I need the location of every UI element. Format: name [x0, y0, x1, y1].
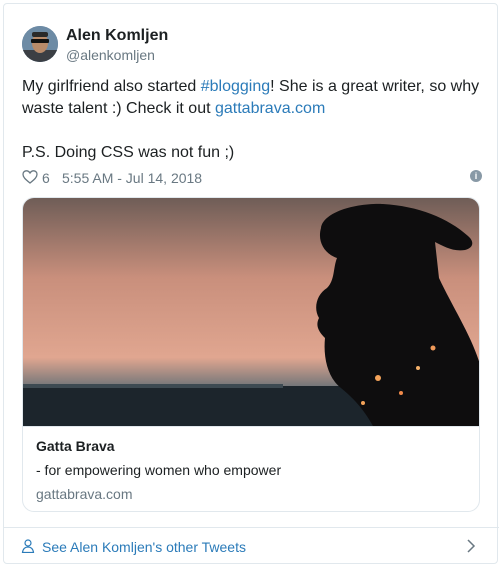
- link-description: - for empowering women who empower: [36, 462, 282, 478]
- website-link[interactable]: gattabrava.com: [215, 100, 325, 117]
- link-preview-card[interactable]: Gatta Brava - for empowering women who e…: [22, 197, 480, 512]
- chevron-right-icon[interactable]: [465, 539, 477, 553]
- tweet-meta: 6 5:55 AM - Jul 14, 2018 i: [22, 168, 482, 188]
- link-domain: gattabrava.com: [36, 486, 133, 502]
- heart-icon[interactable]: [22, 169, 38, 185]
- like-count[interactable]: 6: [42, 170, 50, 186]
- other-tweets-link[interactable]: See Alen Komljen's other Tweets: [42, 539, 246, 555]
- avatar[interactable]: [22, 26, 58, 62]
- tweet-header[interactable]: Alen Komljen @alenkomljen: [22, 26, 322, 63]
- link-preview-body: Gatta Brava - for empowering women who e…: [23, 426, 479, 511]
- tweet-text: My girlfriend also started #blogging! Sh…: [22, 76, 482, 164]
- author-handle[interactable]: @alenkomljen: [66, 47, 155, 63]
- tweet-ps: P.S. Doing CSS was not fun ;): [22, 144, 235, 161]
- embedded-tweet-card: Alen Komljen @alenkomljen My girlfriend …: [3, 3, 499, 565]
- footer-more-tweets[interactable]: See Alen Komljen's other Tweets: [4, 527, 499, 565]
- author-name[interactable]: Alen Komljen: [66, 27, 168, 45]
- tweet-text-part: My girlfriend also started: [22, 78, 201, 95]
- preview-image[interactable]: [23, 198, 480, 426]
- link-title[interactable]: Gatta Brava: [36, 438, 115, 454]
- hashtag-link[interactable]: #blogging: [201, 78, 270, 95]
- timestamp[interactable]: 5:55 AM - Jul 14, 2018: [62, 170, 202, 186]
- info-icon[interactable]: i: [470, 170, 482, 182]
- person-icon: [21, 539, 35, 553]
